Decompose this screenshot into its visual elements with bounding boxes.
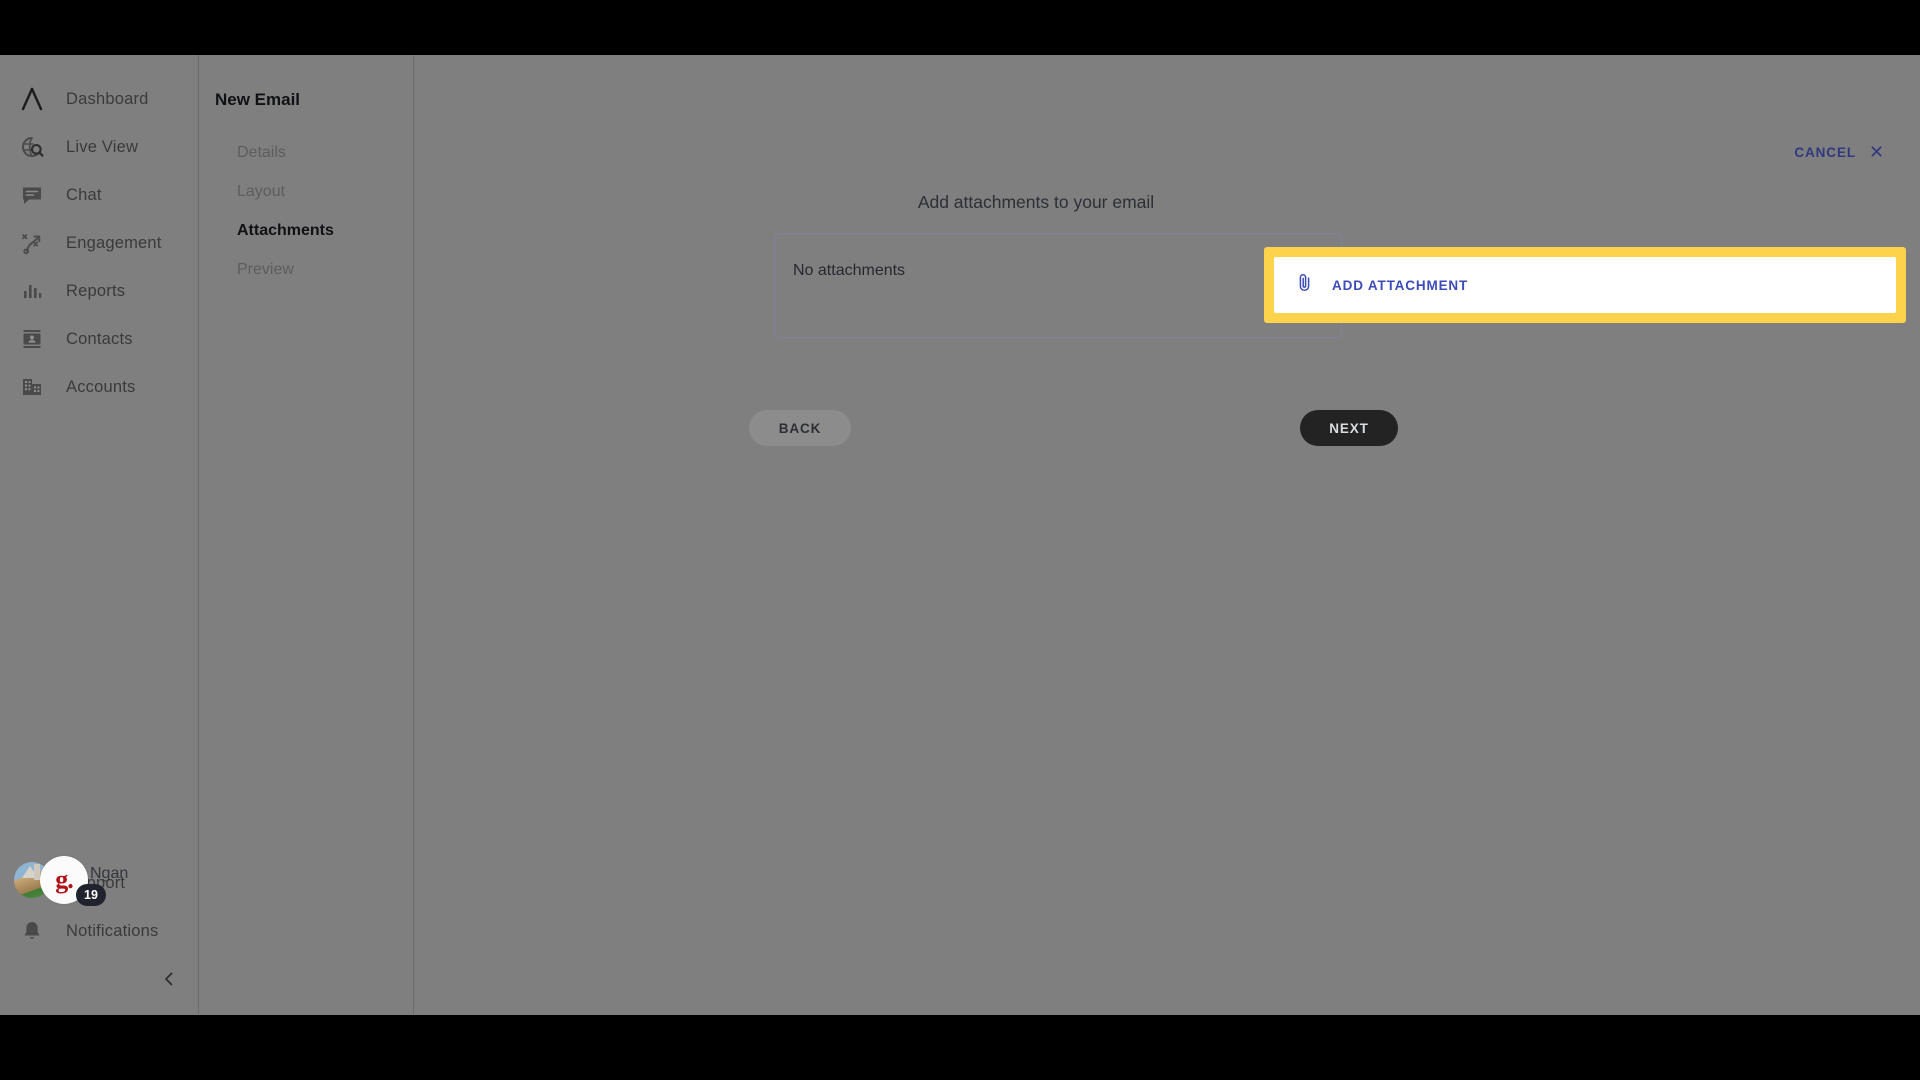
sidebar-item-label: Contacts	[66, 329, 133, 348]
back-label: BACK	[778, 420, 822, 436]
globe-search-icon	[14, 131, 50, 163]
lambda-logo-icon	[14, 83, 50, 115]
contact-card-icon	[14, 323, 50, 355]
wizard-step-list: Details Layout Attachments Preview	[215, 133, 405, 289]
wizard-step-label: Layout	[237, 182, 286, 200]
next-label: NEXT	[1329, 420, 1369, 436]
chevron-left-icon[interactable]	[155, 965, 183, 993]
wizard-step-attachments[interactable]: Attachments	[215, 211, 405, 250]
empty-state-text: No attachments	[793, 262, 906, 279]
primary-sidebar: Dashboard Live View Chat Engagement Repo…	[0, 55, 199, 1015]
cancel-button[interactable]: CANCEL ✕	[1794, 143, 1885, 161]
sidebar-item-engagement[interactable]: Engagement	[0, 219, 199, 267]
attachments-list-box: No attachments	[774, 233, 1342, 338]
brand-initial: g.	[55, 865, 73, 894]
sidebar-item-live-view[interactable]: Live View	[0, 123, 199, 171]
wizard-step-layout[interactable]: Layout	[215, 172, 405, 211]
sidebar-item-label: Live View	[66, 137, 139, 156]
playbook-icon	[14, 227, 50, 259]
bar-chart-icon	[14, 275, 50, 307]
sidebar-item-label: Engagement	[66, 233, 162, 252]
page-title: Add attachments to your email	[917, 192, 1155, 212]
wizard-title: New Email	[215, 90, 301, 109]
add-attachment-button[interactable]: ADD ATTACHMENT	[1274, 257, 1896, 313]
sidebar-item-accounts[interactable]: Accounts	[0, 363, 199, 411]
sidebar-item-chat[interactable]: Chat	[0, 171, 199, 219]
next-button[interactable]: NEXT	[1300, 410, 1398, 446]
sidebar-item-label: Reports	[66, 281, 126, 300]
wizard-step-label: Attachments	[237, 221, 334, 239]
paperclip-icon	[1296, 273, 1313, 297]
back-button[interactable]: BACK	[749, 410, 851, 446]
wizard-step-label: Preview	[237, 260, 294, 278]
wizard-step-label: Details	[237, 143, 286, 161]
sidebar-item-notifications[interactable]: Notifications	[0, 907, 199, 955]
sidebar-item-reports[interactable]: Reports	[0, 267, 199, 315]
sidebar-item-label: Dashboard	[66, 89, 149, 108]
wizard-step-preview[interactable]: Preview	[215, 250, 405, 289]
sidebar-item-label: Chat	[66, 185, 102, 204]
new-email-wizard-panel: New Email Details Layout Attachments Pre…	[200, 55, 414, 1015]
sidebar-item-contacts[interactable]: Contacts	[0, 315, 199, 363]
notification-count-badge: 19	[76, 884, 106, 906]
user-name: Ngan	[90, 865, 129, 882]
highlight-annotation: ADD ATTACHMENT	[1264, 247, 1906, 323]
app-viewport: Dashboard Live View Chat Engagement Repo…	[0, 55, 1920, 1015]
add-attachment-label: ADD ATTACHMENT	[1332, 277, 1469, 293]
close-icon[interactable]: ✕	[1869, 143, 1885, 161]
sidebar-item-dashboard[interactable]: Dashboard	[0, 75, 199, 123]
building-icon	[14, 371, 50, 403]
sidebar-main-nav: Dashboard Live View Chat Engagement Repo…	[0, 75, 199, 411]
wizard-step-details[interactable]: Details	[215, 133, 405, 172]
main-content: CANCEL ✕ Add attachments to your email N…	[415, 55, 1920, 1015]
chat-bubble-icon	[14, 179, 50, 211]
user-profile-row[interactable]: g. 19 Ngan	[0, 850, 199, 910]
sidebar-item-label: Accounts	[66, 377, 136, 396]
sidebar-item-label: Notifications	[66, 921, 159, 940]
bell-icon	[14, 915, 50, 947]
cancel-label: CANCEL	[1794, 144, 1857, 160]
